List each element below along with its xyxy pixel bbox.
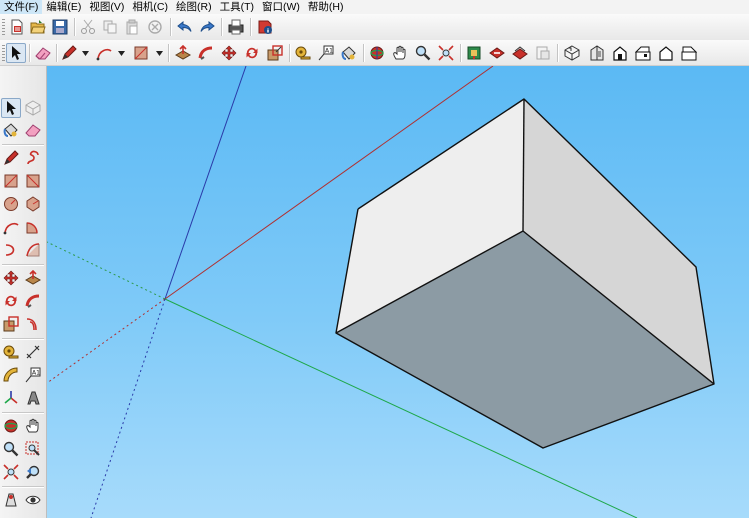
- arc-dropdown-icon[interactable]: [117, 48, 125, 58]
- pie-icon[interactable]: [23, 217, 43, 237]
- menu-bar: 文件(F) 编辑(E) 视图(V) 相机(C) 绘图(R) 工具(T) 窗口(W…: [0, 0, 749, 14]
- zoom-window-icon[interactable]: [23, 439, 43, 459]
- menu-tools[interactable]: 工具(T): [216, 0, 258, 14]
- rectangle-icon[interactable]: [1, 171, 21, 191]
- arc-icon[interactable]: [1, 217, 21, 237]
- look-around-icon[interactable]: [23, 490, 43, 510]
- open-file-icon[interactable]: [28, 17, 48, 37]
- scene-canvas: [47, 66, 715, 518]
- text-icon[interactable]: A1: [316, 43, 336, 63]
- left-view-icon[interactable]: [679, 43, 699, 63]
- 3d-text-icon[interactable]: [23, 388, 43, 408]
- erase-icon[interactable]: [145, 17, 165, 37]
- pan-icon[interactable]: [390, 43, 410, 63]
- arc-3pt-icon[interactable]: [23, 240, 43, 260]
- get-models-icon[interactable]: [464, 43, 484, 63]
- share-component-icon[interactable]: [510, 43, 530, 63]
- menu-window[interactable]: 窗口(W): [258, 0, 304, 14]
- push-pull-icon[interactable]: [173, 43, 193, 63]
- tape-measure-icon[interactable]: [293, 43, 313, 63]
- make-component-icon[interactable]: [23, 98, 43, 118]
- line-icon[interactable]: [1, 148, 21, 168]
- blue-axis-negative: [90, 298, 166, 518]
- svg-text:A1: A1: [325, 48, 333, 55]
- standard-toolbar: [0, 14, 749, 41]
- offset-icon[interactable]: [23, 314, 43, 334]
- move-icon[interactable]: [1, 268, 21, 288]
- arc-2pt-icon[interactable]: [1, 240, 21, 260]
- freehand-icon[interactable]: [23, 148, 43, 168]
- select-icon[interactable]: [1, 98, 21, 118]
- iso-view-icon[interactable]: [562, 43, 582, 63]
- push-pull-icon[interactable]: [23, 268, 43, 288]
- svg-text:A1: A1: [32, 370, 40, 377]
- undo-icon[interactable]: [175, 17, 195, 37]
- select-icon[interactable]: [6, 43, 26, 63]
- zoom-icon[interactable]: [413, 43, 433, 63]
- text-icon[interactable]: A1: [23, 365, 43, 385]
- menu-file[interactable]: 文件(F): [0, 0, 43, 14]
- scale-icon[interactable]: [1, 314, 21, 334]
- share-model-icon[interactable]: [487, 43, 507, 63]
- top-view-icon[interactable]: [587, 43, 607, 63]
- menu-camera[interactable]: 相机(C): [128, 0, 172, 14]
- scale-icon[interactable]: [265, 43, 285, 63]
- print-icon[interactable]: [226, 17, 246, 37]
- eraser-icon[interactable]: [23, 120, 43, 140]
- orbit-icon[interactable]: [1, 416, 21, 436]
- toolbar-grip[interactable]: [2, 45, 5, 61]
- protractor-icon[interactable]: [1, 365, 21, 385]
- axes-icon[interactable]: [1, 388, 21, 408]
- zoom-extents-icon[interactable]: [1, 462, 21, 482]
- redo-icon[interactable]: [197, 17, 217, 37]
- paste-icon[interactable]: [122, 17, 142, 37]
- eraser-icon[interactable]: [33, 43, 53, 63]
- rotate-icon[interactable]: [1, 291, 21, 311]
- menu-edit[interactable]: 编辑(E): [42, 0, 85, 14]
- position-camera-icon[interactable]: [1, 490, 21, 510]
- pencil-dropdown-icon[interactable]: [81, 48, 89, 58]
- menu-view[interactable]: 视图(V): [85, 0, 128, 14]
- green-axis-negative: [47, 241, 166, 300]
- rectangle-icon[interactable]: [131, 43, 151, 63]
- tape-measure-icon[interactable]: [1, 342, 21, 362]
- previous-view-icon[interactable]: [23, 462, 43, 482]
- polygon-icon[interactable]: [23, 194, 43, 214]
- paint-bucket-icon[interactable]: [1, 120, 21, 140]
- circle-icon[interactable]: [1, 194, 21, 214]
- copy-icon[interactable]: [100, 17, 120, 37]
- right-view-icon[interactable]: [633, 43, 653, 63]
- red-axis-negative: [47, 298, 166, 384]
- blue-axis-positive: [164, 66, 247, 300]
- zoom-icon[interactable]: [1, 439, 21, 459]
- save-icon[interactable]: [50, 17, 70, 37]
- large-tool-set: A1: [0, 66, 47, 518]
- rectangle-dropdown-icon[interactable]: [155, 48, 163, 58]
- pencil-icon[interactable]: [59, 43, 79, 63]
- pan-icon[interactable]: [23, 416, 43, 436]
- front-view-icon[interactable]: [610, 43, 630, 63]
- zoom-extents-icon[interactable]: [436, 43, 456, 63]
- follow-me-icon[interactable]: [196, 43, 216, 63]
- send-to-layout-icon[interactable]: [533, 43, 553, 63]
- new-file-icon[interactable]: [7, 17, 27, 37]
- rotate-icon[interactable]: [242, 43, 262, 63]
- orbit-icon[interactable]: [367, 43, 387, 63]
- move-icon[interactable]: [219, 43, 239, 63]
- drawing-viewport[interactable]: [47, 66, 749, 518]
- menu-draw[interactable]: 绘图(R): [172, 0, 216, 14]
- dimension-icon[interactable]: [23, 342, 43, 362]
- rotated-rectangle-icon[interactable]: [23, 171, 43, 191]
- arc-icon[interactable]: [94, 43, 114, 63]
- model-info-icon[interactable]: [255, 17, 275, 37]
- back-view-icon[interactable]: [656, 43, 676, 63]
- cut-icon[interactable]: [78, 17, 98, 37]
- menu-help[interactable]: 帮助(H): [304, 0, 348, 14]
- follow-me-icon[interactable]: [23, 291, 43, 311]
- tools-toolbar: A1: [0, 40, 749, 66]
- toolbar-grip[interactable]: [2, 19, 5, 35]
- paint-bucket-icon[interactable]: [339, 43, 359, 63]
